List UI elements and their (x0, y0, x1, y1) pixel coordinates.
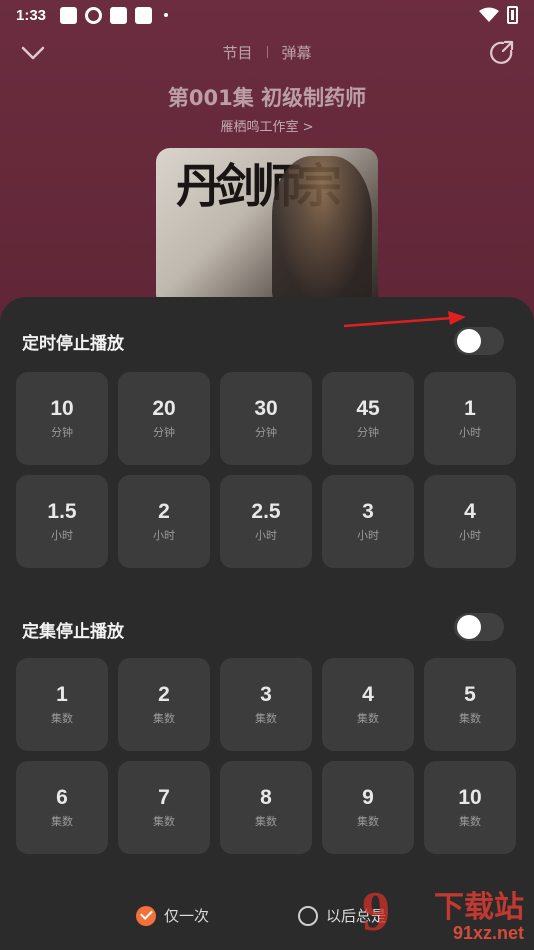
episode_section-option[interactable]: 5 集数 (424, 658, 516, 751)
option-value: 1.5 (47, 500, 77, 523)
episode-section-title: 定集停止播放 (22, 622, 124, 642)
option-unit: 小时 (51, 529, 73, 542)
option-unit: 集数 (357, 815, 379, 828)
share-icon[interactable] (486, 38, 516, 68)
option-unit: 集数 (51, 815, 73, 828)
option-value: 10 (458, 786, 482, 809)
option-unit: 集数 (255, 815, 277, 828)
tab-divider (266, 46, 268, 58)
option-value: 2.5 (251, 500, 281, 523)
option-unit: 分钟 (255, 426, 277, 439)
option-value: 2 (158, 683, 170, 706)
option-value: 4 (464, 500, 476, 523)
studio-link[interactable]: 雁栖鸣工作室 > (0, 116, 534, 135)
option-value: 6 (56, 786, 68, 809)
option-unit: 集数 (459, 815, 481, 828)
episode_section-option[interactable]: 7 集数 (118, 761, 210, 854)
watermark-logo: 9 (362, 881, 390, 943)
square-icon (135, 6, 153, 24)
episode-toggle-knob (457, 615, 481, 639)
option-unit: 分钟 (357, 426, 379, 439)
episode-title: 第001集 初级制药师 (167, 86, 367, 110)
option-value: 1 (56, 683, 68, 706)
watermark-url: 91xz.net (452, 923, 524, 943)
watermark-title: 下载站 (434, 890, 524, 925)
timer_section-option[interactable]: 4 小时 (424, 475, 516, 568)
option-unit: 小时 (153, 529, 175, 542)
option-once-label: 仅一次 (164, 907, 210, 925)
album-cover: 丹剑师宗 (156, 148, 378, 308)
option-once[interactable]: 仅一次 (136, 905, 209, 926)
collapse-chevron-icon[interactable] (18, 38, 48, 68)
episode_section-option[interactable]: 2 集数 (118, 658, 210, 751)
episode_section-option[interactable]: 1 集数 (16, 658, 108, 751)
timer_section-option[interactable]: 10 分钟 (16, 372, 108, 465)
episode_section-option[interactable]: 4 集数 (322, 658, 414, 751)
site-watermark: 9 下载站 91xz.net (360, 880, 530, 948)
option-unit: 小时 (357, 529, 379, 542)
option-value: 1 (464, 397, 476, 420)
status-time: 1:33 (16, 6, 47, 24)
option-unit: 小时 (459, 426, 481, 439)
option-value: 10 (50, 397, 74, 420)
timer_section-option[interactable]: 3 小时 (322, 475, 414, 568)
episode_section-option[interactable]: 6 集数 (16, 761, 108, 854)
option-value: 4 (362, 683, 374, 706)
episode-toggle[interactable] (454, 613, 504, 641)
timer-section-title: 定时停止播放 (22, 334, 124, 354)
annotation-arrow (343, 311, 466, 328)
option-unit: 小时 (255, 529, 277, 542)
episode-options-grid: 1 集数 2 集数 3 集数 4 集数 5 集数 6 集数 7 集数 8 集数 9 集数 10 集数 (16, 658, 518, 854)
option-value: 5 (464, 683, 476, 706)
timer_section-option[interactable]: 45 分钟 (322, 372, 414, 465)
battery-icon (507, 6, 518, 24)
timer-toggle[interactable] (454, 327, 504, 355)
option-value: 7 (158, 786, 170, 809)
empty-radio-icon (298, 905, 318, 926)
player-tabs: 节目 弹幕 (222, 42, 311, 63)
sleep-timer-sheet: 定时停止播放 10 分钟 20 分钟 30 分钟 45 分钟 1 小时 1.5 小时 2 小时 2.5 小时 3… (0, 297, 534, 950)
tab-danmaku[interactable]: 弹幕 (282, 42, 312, 63)
notification-icon (60, 6, 78, 24)
news-icon (110, 6, 128, 24)
timer_section-option[interactable]: 2.5 小时 (220, 475, 312, 568)
option-unit: 集数 (255, 712, 277, 725)
option-unit: 集数 (51, 712, 73, 725)
timer_section-option[interactable]: 1.5 小时 (16, 475, 108, 568)
more-dot-icon (164, 13, 169, 17)
option-value: 3 (362, 500, 374, 523)
episode_section-option[interactable]: 8 集数 (220, 761, 312, 854)
status-right (479, 6, 518, 24)
status-bar: 1:33 (0, 0, 534, 30)
player-header: 节目 弹幕 (0, 36, 534, 68)
app-icon (85, 6, 103, 24)
option-value: 45 (356, 397, 380, 420)
episode_section-option[interactable]: 10 集数 (424, 761, 516, 854)
timer_section-option[interactable]: 20 分钟 (118, 372, 210, 465)
episode_section-option[interactable]: 3 集数 (220, 658, 312, 751)
checked-radio-icon (136, 905, 156, 926)
episode_section-option[interactable]: 9 集数 (322, 761, 414, 854)
option-value: 3 (260, 683, 272, 706)
option-unit: 集数 (357, 712, 379, 725)
tab-program[interactable]: 节目 (222, 42, 252, 63)
timer_section-option[interactable]: 1 小时 (424, 372, 516, 465)
option-unit: 小时 (459, 529, 481, 542)
option-unit: 集数 (153, 712, 175, 725)
option-value: 9 (362, 786, 374, 809)
option-value: 30 (254, 397, 278, 420)
option-value: 20 (152, 397, 176, 420)
option-unit: 分钟 (51, 426, 73, 439)
option-unit: 集数 (153, 815, 175, 828)
timer_section-option[interactable]: 2 小时 (118, 475, 210, 568)
cover-figure-art (272, 156, 372, 306)
option-unit: 集数 (459, 712, 481, 725)
option-unit: 分钟 (153, 426, 175, 439)
wifi-icon (479, 7, 499, 22)
option-value: 8 (260, 786, 272, 809)
option-value: 2 (158, 500, 170, 523)
timer-toggle-knob (457, 329, 481, 353)
timer_section-option[interactable]: 30 分钟 (220, 372, 312, 465)
timer-options-grid: 10 分钟 20 分钟 30 分钟 45 分钟 1 小时 1.5 小时 2 小时 2.5 小时 3 小时 4 小时 (16, 372, 518, 568)
